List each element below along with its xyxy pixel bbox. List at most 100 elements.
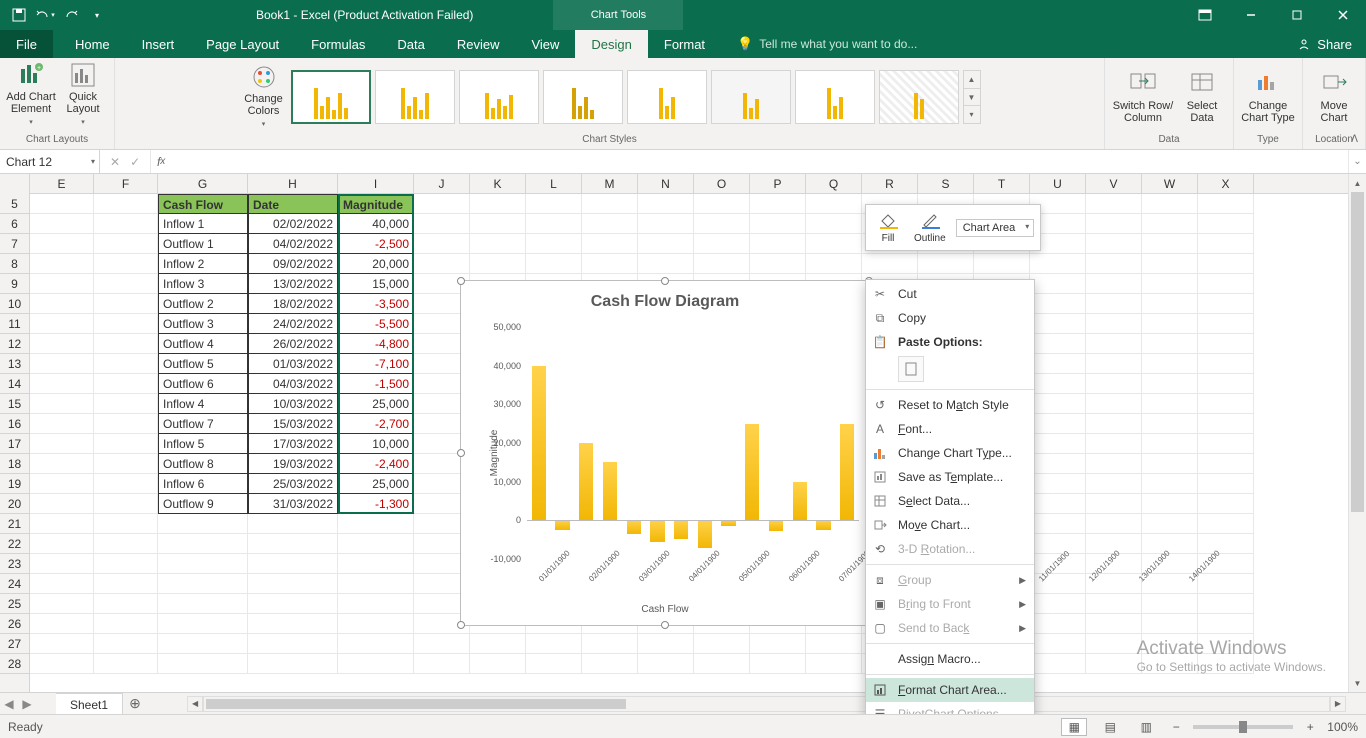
cell[interactable] <box>638 634 694 654</box>
cell[interactable]: 26/02/2022 <box>248 334 338 354</box>
ctx-select-data[interactable]: Select Data... <box>866 489 1034 513</box>
row-header[interactable]: 11 <box>0 314 29 334</box>
cell[interactable] <box>94 474 158 494</box>
select-all-corner[interactable] <box>0 174 30 194</box>
cell[interactable]: 01/03/2022 <box>248 354 338 374</box>
cell[interactable]: 04/03/2022 <box>248 374 338 394</box>
change-chart-type-button[interactable]: Change Chart Type <box>1240 62 1296 128</box>
cell[interactable] <box>1198 634 1254 654</box>
vertical-scrollbar[interactable]: ▲ ▼ <box>1348 174 1366 692</box>
cell[interactable] <box>414 254 470 274</box>
tab-insert[interactable]: Insert <box>126 30 191 58</box>
cell[interactable]: Outflow 9 <box>158 494 248 514</box>
cell[interactable]: Outflow 7 <box>158 414 248 434</box>
cell[interactable]: 25,000 <box>338 394 414 414</box>
cell[interactable] <box>1142 614 1198 634</box>
cell[interactable] <box>338 614 414 634</box>
cell[interactable] <box>1142 314 1198 334</box>
cell[interactable] <box>30 654 94 674</box>
cell[interactable] <box>158 654 248 674</box>
cell[interactable] <box>1086 594 1142 614</box>
row-header[interactable]: 10 <box>0 294 29 314</box>
tab-formulas[interactable]: Formulas <box>295 30 381 58</box>
cell[interactable]: Outflow 3 <box>158 314 248 334</box>
column-header[interactable]: G <box>158 174 248 193</box>
cell[interactable] <box>94 394 158 414</box>
column-header[interactable]: J <box>414 174 470 193</box>
cell[interactable] <box>1086 434 1142 454</box>
cell[interactable] <box>1030 314 1086 334</box>
column-header[interactable]: L <box>526 174 582 193</box>
tab-home[interactable]: Home <box>59 30 126 58</box>
cell[interactable]: Inflow 6 <box>158 474 248 494</box>
row-header[interactable]: 23 <box>0 554 29 574</box>
horizontal-scrollbar[interactable]: ◀ ▶ <box>187 696 1346 712</box>
cell[interactable]: -1,300 <box>338 494 414 514</box>
cell[interactable] <box>1142 654 1198 674</box>
tab-view[interactable]: View <box>515 30 575 58</box>
cell[interactable]: 15/03/2022 <box>248 414 338 434</box>
page-layout-view-icon[interactable]: ▤ <box>1097 718 1123 736</box>
row-header[interactable]: 18 <box>0 454 29 474</box>
cell[interactable] <box>1086 374 1142 394</box>
cell[interactable] <box>158 574 248 594</box>
cell[interactable] <box>94 494 158 514</box>
cell[interactable] <box>1142 514 1198 534</box>
cell[interactable] <box>94 454 158 474</box>
cell[interactable] <box>1030 534 1086 554</box>
cell[interactable] <box>158 634 248 654</box>
cell[interactable] <box>338 574 414 594</box>
x-axis-categories[interactable]: 01/01/190002/01/190003/01/190004/01/1900… <box>527 559 859 599</box>
cell[interactable]: 24/02/2022 <box>248 314 338 334</box>
cell[interactable] <box>1142 494 1198 514</box>
cell[interactable] <box>30 194 94 214</box>
cell[interactable] <box>30 434 94 454</box>
scrollbar-thumb[interactable] <box>1351 192 1364 512</box>
sheet-tab-sheet1[interactable]: Sheet1 <box>56 693 123 715</box>
column-header[interactable]: T <box>974 174 1030 193</box>
column-header[interactable]: E <box>30 174 94 193</box>
cell[interactable]: -5,500 <box>338 314 414 334</box>
cell[interactable] <box>94 194 158 214</box>
add-chart-element-button[interactable]: + Add Chart Element ▾ <box>6 62 56 128</box>
qat-customize-icon[interactable]: ▾ <box>86 4 108 26</box>
cell[interactable]: Outflow 4 <box>158 334 248 354</box>
cell[interactable] <box>248 534 338 554</box>
worksheet-area[interactable]: EFGHIJKLMNOPQRSTUVWX 5678910111213141516… <box>0 174 1366 714</box>
row-header[interactable]: 26 <box>0 614 29 634</box>
tab-page-layout[interactable]: Page Layout <box>190 30 295 58</box>
cell[interactable] <box>1086 354 1142 374</box>
cell[interactable] <box>248 634 338 654</box>
cell[interactable] <box>862 254 918 274</box>
cell[interactable] <box>1030 294 1086 314</box>
cell[interactable]: -4,800 <box>338 334 414 354</box>
cell[interactable] <box>1198 534 1254 554</box>
column-header[interactable]: H <box>248 174 338 193</box>
cell[interactable]: -1,500 <box>338 374 414 394</box>
cell[interactable] <box>1142 354 1198 374</box>
x-axis-label[interactable]: Cash Flow <box>467 604 863 615</box>
ribbon-display-options-icon[interactable] <box>1182 0 1228 30</box>
embedded-chart[interactable]: Cash Flow Diagram Magnitude -10,000010,0… <box>460 280 870 626</box>
switch-row-column-button[interactable]: Switch Row/ Column <box>1111 62 1175 128</box>
column-header[interactable]: Q <box>806 174 862 193</box>
cell[interactable] <box>694 654 750 674</box>
tab-data[interactable]: Data <box>381 30 440 58</box>
gallery-more-icon[interactable]: ▾ <box>964 106 980 123</box>
cell[interactable] <box>1142 374 1198 394</box>
name-box[interactable]: Chart 12 ▾ <box>0 150 100 173</box>
cell[interactable] <box>94 254 158 274</box>
cell[interactable] <box>582 214 638 234</box>
cell[interactable] <box>30 334 94 354</box>
cell[interactable] <box>338 634 414 654</box>
chart-plot-area[interactable] <box>527 327 859 559</box>
cell[interactable] <box>470 194 526 214</box>
cell[interactable] <box>1198 434 1254 454</box>
cell[interactable] <box>1030 394 1086 414</box>
cell[interactable]: 15,000 <box>338 274 414 294</box>
cell[interactable]: 25/03/2022 <box>248 474 338 494</box>
cell[interactable]: 17/03/2022 <box>248 434 338 454</box>
resize-handle[interactable] <box>457 449 465 457</box>
paste-option-1[interactable] <box>898 356 924 382</box>
cell[interactable]: 02/02/2022 <box>248 214 338 234</box>
